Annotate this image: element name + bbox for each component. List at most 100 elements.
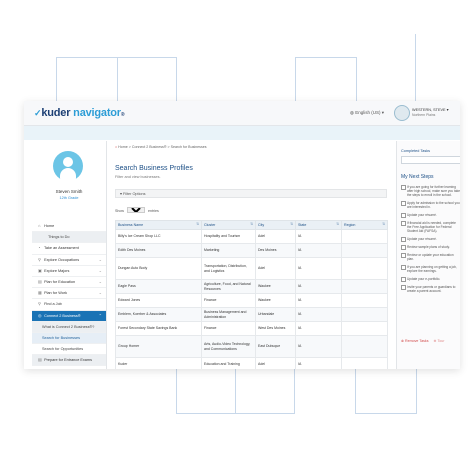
step-checkbox[interactable] <box>401 253 406 258</box>
table-row[interactable]: Edith Des Moines Marketing Des Moines IA <box>115 243 388 258</box>
sidebar-item-home[interactable]: ⌂ Home <box>32 221 106 233</box>
kuder-navigator-logo[interactable]: ✓kuder navigator® <box>34 107 125 119</box>
cell-region <box>341 307 388 322</box>
filter-icon: ▾ <box>120 192 122 196</box>
table-row[interactable]: Edward Jones Finance Waukee IA <box>115 293 388 308</box>
cell-region <box>341 357 388 369</box>
cell-city: Adel <box>255 257 296 280</box>
step-checkbox[interactable] <box>401 237 406 242</box>
table-row[interactable]: Emblem, Koerber & Associates Business Man… <box>115 307 388 322</box>
remove-tasks-link[interactable]: ⊗ Remove Tasks <box>401 339 429 343</box>
step-checkbox[interactable] <box>401 221 406 226</box>
cell-cluster: Agriculture, Food, and Natural Resources <box>201 279 256 294</box>
education-icon: ▤ <box>38 278 42 284</box>
next-steps-list: If you are going for further learning af… <box>401 185 460 297</box>
cell-cluster: Finance <box>201 321 256 336</box>
sidebar-subitem-what-is-c2b[interactable]: What is Connect 2 Business®? <box>32 321 106 333</box>
cell-state: IA <box>295 321 342 336</box>
sidebar-item-things-to-do[interactable]: Things to Do <box>32 232 106 244</box>
cell-cluster: Arts, Audio-Video Technology, and Commun… <box>201 335 256 358</box>
sidebar-subitem-search-businesses[interactable]: Search for Businesses <box>32 332 106 345</box>
cell-region <box>341 229 388 244</box>
breadcrumb-current: Search for Businesses <box>170 145 207 149</box>
step-checkbox[interactable] <box>401 201 406 206</box>
tour-link[interactable]: ⊕ Tour <box>434 339 445 343</box>
sidebar-item-explore-occupations[interactable]: ⚲ Explore Occupations ⌄ <box>32 255 106 266</box>
sidebar-item-explore-majors[interactable]: ▣ Explore Majors ⌄ <box>32 266 106 277</box>
next-step-item: If you are going for further learning af… <box>401 185 460 197</box>
remove-icon: ⊗ <box>401 339 405 343</box>
header-band <box>24 126 460 140</box>
cell-cluster: Business Management and Administration <box>201 307 256 322</box>
sort-icon: ⇅ <box>290 222 293 226</box>
cell-name[interactable]: Billy's Ice Cream Shop LLC <box>115 229 202 244</box>
step-text: Invite your parents or guardians to crea… <box>407 285 456 293</box>
sort-icon: ⇅ <box>336 222 339 226</box>
cell-cluster: Education and Training <box>201 357 256 369</box>
job-icon: ⚲ <box>38 301 41 307</box>
step-checkbox[interactable] <box>401 277 406 282</box>
table-row[interactable]: Group Homer Arts, Audio-Video Technology,… <box>115 335 388 358</box>
sidebar-item-connect-2-business[interactable]: ◎ Connect 2 Business® ⌃ <box>32 310 106 322</box>
cell-name[interactable]: Edward Jones <box>115 293 202 308</box>
table-row[interactable]: Dungan Auto Body Transportation, Distribu… <box>115 257 388 280</box>
step-checkbox[interactable] <box>401 285 406 290</box>
cell-name[interactable]: Edith Des Moines <box>115 243 202 258</box>
sort-icon: ⇅ <box>250 222 253 226</box>
table-row[interactable]: Kuder Education and Training Adel IA <box>115 357 388 369</box>
entries-select[interactable]: 10 <box>127 207 145 213</box>
exams-icon: ▤ <box>38 357 42 363</box>
col-header-city[interactable]: City ⇅ <box>255 220 296 230</box>
step-checkbox[interactable] <box>401 213 406 218</box>
cell-region <box>341 293 388 308</box>
work-icon: ▦ <box>38 290 42 296</box>
cell-name[interactable]: Emblem, Koerber & Associates <box>115 307 202 322</box>
breadcrumb-home[interactable]: Home <box>118 145 128 149</box>
entries-length-control: Show 10 entries <box>115 207 159 213</box>
sidebar-subitem-search-opportunities[interactable]: Search for Opportunities <box>32 344 106 356</box>
table-row[interactable]: Billy's Ice Cream Shop LLC Hospitality an… <box>115 229 388 244</box>
person-head-icon <box>63 157 73 167</box>
cell-name[interactable]: Group Homer <box>115 335 202 358</box>
breadcrumb-connect[interactable]: Connect 2 Business® <box>132 145 167 149</box>
sidebar-item-find-job[interactable]: ⚲ Find a Job <box>32 299 106 311</box>
cell-city: Waukee <box>255 279 296 294</box>
cell-name[interactable]: Kuder <box>115 357 202 369</box>
sidebar-item-take-assessment[interactable]: ◔ Take an Assessment <box>32 243 106 255</box>
user-avatar[interactable] <box>394 105 410 121</box>
occupations-icon: ⚲ <box>38 256 41 262</box>
sidebar-item-plan-education[interactable]: ▤ Plan for Education ⌄ <box>32 277 106 289</box>
cell-state: IA <box>295 293 342 308</box>
next-step-item: If you are planning on getting a job, ex… <box>401 265 460 273</box>
chevron-down-icon: ⌄ <box>98 290 102 296</box>
home-icon: ⌂ <box>38 223 41 228</box>
user-menu[interactable]: WESTERN, STEVE ▾ <box>412 107 449 112</box>
next-steps-panel: Completed Tasks My Next Steps If you are… <box>396 141 460 369</box>
cell-name[interactable]: Dungan Auto Body <box>115 257 202 280</box>
col-header-region[interactable]: Region ⇅ <box>341 220 388 230</box>
cell-name[interactable]: Eagle Pass <box>115 279 202 294</box>
breadcrumb-home-icon[interactable]: ⌂ <box>115 145 117 149</box>
cell-name[interactable]: Forest Secondary State Savings Bank <box>115 321 202 336</box>
decor-frame-bottom-right <box>355 369 417 414</box>
step-checkbox[interactable] <box>401 185 406 190</box>
person-body-icon <box>60 168 76 181</box>
globe-icon: ◍ <box>350 110 354 115</box>
profile-avatar[interactable] <box>53 151 83 181</box>
completed-tasks-select[interactable] <box>401 156 460 164</box>
col-header-business-name[interactable]: Business Name ⇅ <box>115 220 202 230</box>
filter-options-toggle[interactable]: ▾ Filter Options <box>115 189 387 198</box>
cell-city: Urbandale <box>255 307 296 322</box>
table-row[interactable]: Forest Secondary State Savings Bank Finan… <box>115 321 388 336</box>
step-text: If you are going for further learning af… <box>407 185 460 197</box>
step-checkbox[interactable] <box>401 265 406 270</box>
language-selector[interactable]: ◍ English (US) ▾ <box>350 110 384 116</box>
chevron-up-icon: ⌃ <box>98 312 102 318</box>
profile-grade[interactable]: 12th Grade <box>32 196 106 200</box>
col-header-cluster[interactable]: Cluster ⇅ <box>201 220 256 230</box>
col-header-state[interactable]: State ⇅ <box>295 220 342 230</box>
table-row[interactable]: Eagle Pass Agriculture, Food, and Natural… <box>115 279 388 294</box>
sidebar-item-plan-work[interactable]: ▦ Plan for Work ⌄ <box>32 288 106 300</box>
step-checkbox[interactable] <box>401 245 406 250</box>
sidebar-item-entrance-exams[interactable]: ▤ Prepare for Entrance Exams <box>32 355 106 367</box>
